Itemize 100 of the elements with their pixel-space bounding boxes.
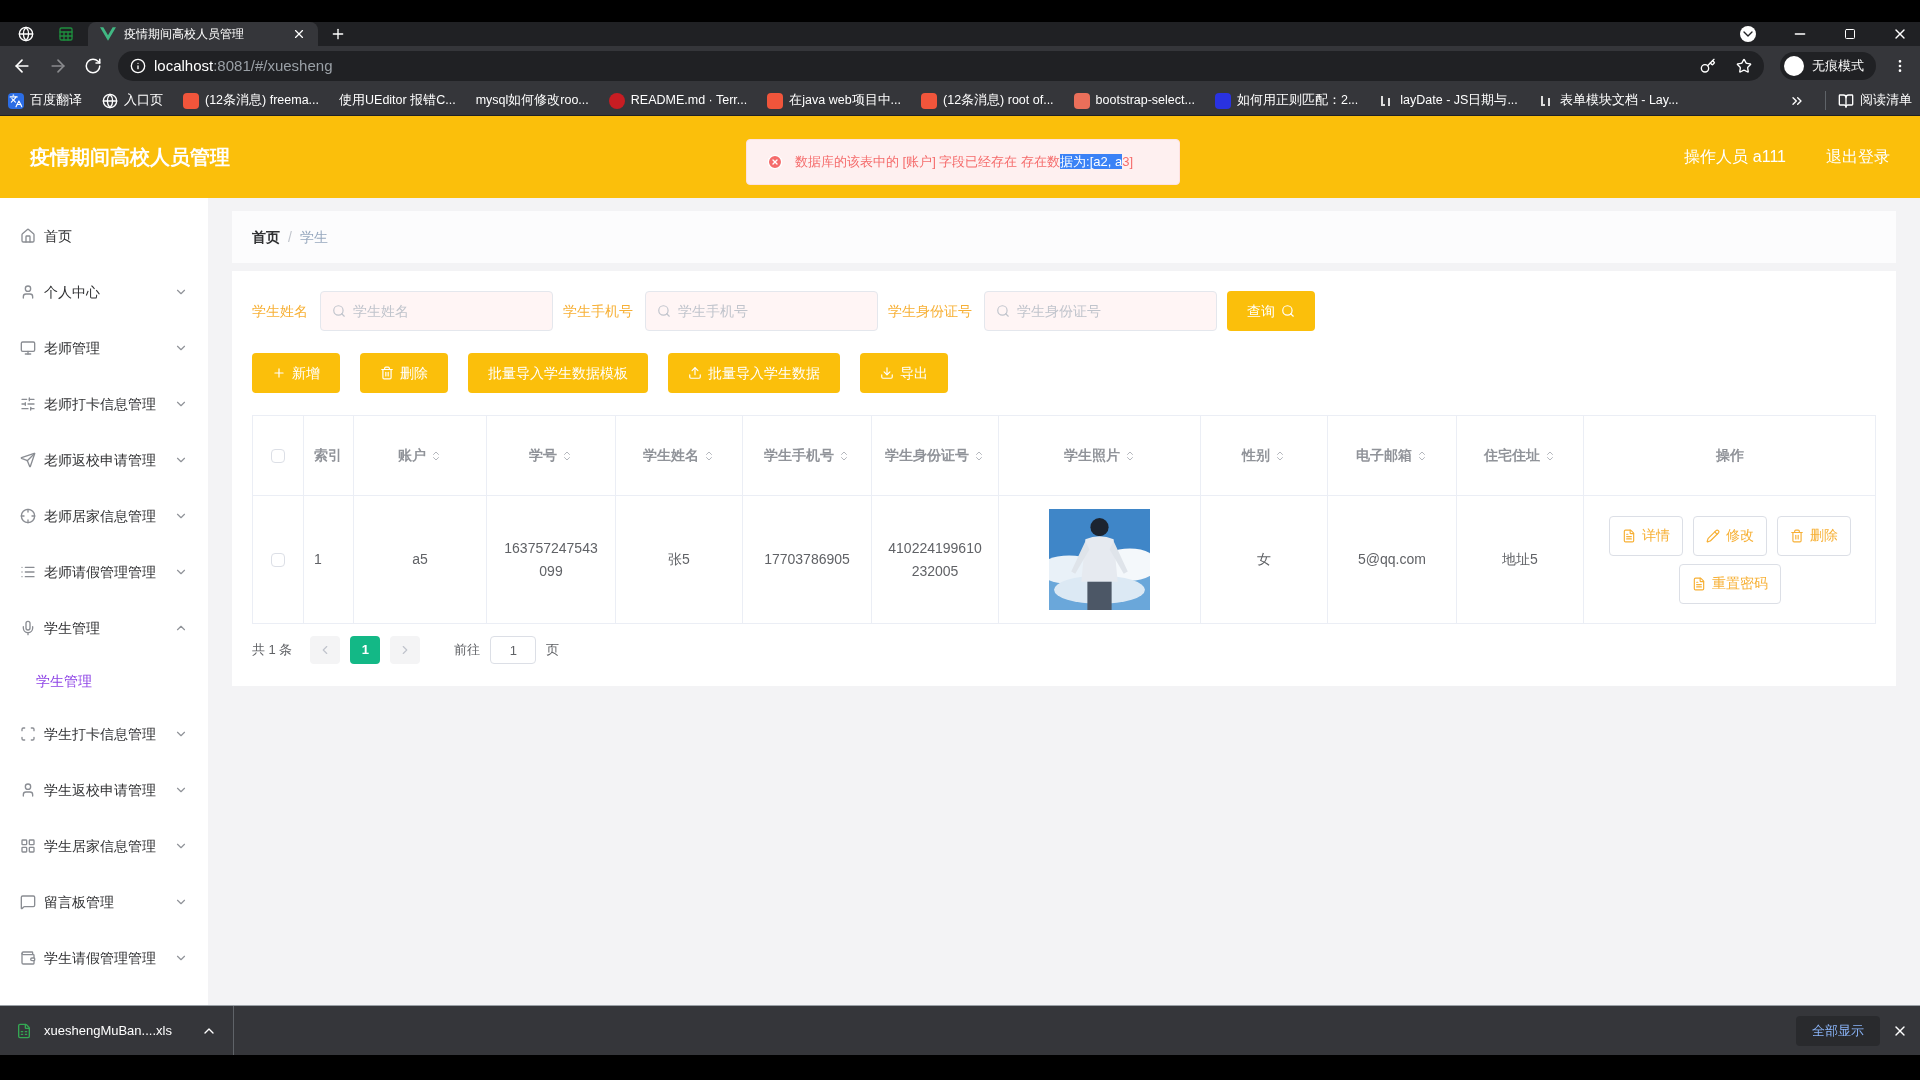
globe-icon bbox=[18, 26, 34, 42]
error-icon bbox=[767, 154, 783, 170]
sidebar-item[interactable]: 学生请假管理管理 bbox=[0, 930, 208, 986]
sidebar-item[interactable]: 个人中心 bbox=[0, 264, 208, 320]
total-count: 共 1 条 bbox=[252, 641, 293, 660]
address-bar[interactable]: localhost:8081/#/xuesheng bbox=[118, 51, 1764, 81]
sort-icon[interactable] bbox=[1416, 449, 1428, 462]
info-icon bbox=[130, 58, 146, 74]
search-icon bbox=[332, 304, 346, 318]
select-all-checkbox[interactable] bbox=[271, 448, 285, 463]
search-icon bbox=[1281, 304, 1295, 318]
tab-search-icon[interactable] bbox=[1740, 26, 1756, 42]
home-icon bbox=[20, 228, 36, 244]
operator-label: 操作人员 a111 bbox=[1684, 147, 1786, 167]
sort-icon[interactable] bbox=[1544, 449, 1556, 462]
message-card-icon bbox=[20, 894, 36, 910]
restore-icon[interactable] bbox=[1844, 28, 1856, 40]
plus-icon bbox=[272, 366, 286, 380]
show-all-button[interactable]: 全部显示 bbox=[1796, 1015, 1880, 1046]
globe-icon bbox=[102, 92, 118, 109]
bookmark-link[interactable]: 如何用正则匹配：2... bbox=[1214, 91, 1359, 110]
scan-frame-icon bbox=[20, 726, 36, 742]
sidebar-item[interactable]: 老师管理 bbox=[0, 320, 208, 376]
app-title: 疫情期间高校人员管理 bbox=[30, 145, 230, 170]
row-checkbox[interactable] bbox=[271, 552, 285, 567]
sort-icon[interactable] bbox=[838, 449, 850, 462]
paper-plane-icon bbox=[20, 452, 36, 468]
bookmark-link[interactable]: 在java web项目中... bbox=[767, 91, 901, 110]
sidebar-item[interactable]: 老师打卡信息管理 bbox=[0, 376, 208, 432]
table-cell-text: 5@qq.com bbox=[1358, 550, 1426, 569]
table-cell-text: 张5 bbox=[668, 550, 690, 569]
book-icon bbox=[1838, 92, 1854, 109]
v-logo-icon bbox=[100, 26, 116, 42]
bookmark-link[interactable]: mysql如何修改roo... bbox=[475, 91, 589, 110]
reading-list-button[interactable]: 阅读清单 bbox=[1825, 91, 1912, 110]
sort-icon[interactable] bbox=[703, 449, 715, 462]
sidebar-item[interactable]: 首页 bbox=[0, 208, 208, 264]
sort-icon[interactable] bbox=[561, 449, 573, 462]
translate-icon bbox=[8, 92, 24, 109]
search-field[interactable]: 学生姓名 bbox=[320, 291, 553, 331]
table-cell-text: 女 bbox=[1257, 550, 1271, 569]
grid-icon bbox=[20, 838, 36, 854]
sidebar-item[interactable]: 学生管理 bbox=[0, 600, 208, 656]
breadcrumb-link[interactable]: 首页 bbox=[252, 226, 280, 248]
table-cell-text: 410224199610232005 bbox=[888, 538, 982, 581]
sliders-icon bbox=[20, 396, 36, 412]
sort-icon[interactable] bbox=[973, 449, 985, 462]
bookmark-link[interactable]: 表单模块文档 - Lay... bbox=[1537, 91, 1679, 110]
breadcrumb-separator: / bbox=[288, 227, 292, 247]
close-icon[interactable] bbox=[292, 27, 306, 41]
trash-icon bbox=[380, 366, 394, 380]
search-label: 学生姓名 bbox=[252, 301, 308, 321]
sidebar-item[interactable]: 老师请假管理管理 bbox=[0, 544, 208, 600]
search-icon bbox=[657, 304, 671, 318]
bookmark-link[interactable]: layDate - JS日期与... bbox=[1378, 91, 1518, 110]
search-label: 学生身份证号 bbox=[888, 301, 972, 321]
bookmark-link[interactable]: (12条消息) root of... bbox=[921, 91, 1054, 110]
column-header: 索引 bbox=[304, 416, 354, 495]
sort-icon[interactable] bbox=[430, 449, 442, 462]
monitor-icon bbox=[20, 340, 36, 356]
table-cell-text: a5 bbox=[412, 550, 428, 569]
search-label: 学生手机号 bbox=[563, 301, 633, 321]
url-text: localhost:8081/#/xuesheng bbox=[154, 55, 333, 76]
bookmark-link[interactable]: (12条消息) freema... bbox=[183, 91, 320, 110]
sidebar-item[interactable]: 学生打卡信息管理 bbox=[0, 706, 208, 762]
sidebar-item[interactable]: 学生返校申请管理 bbox=[0, 762, 208, 818]
star-icon[interactable] bbox=[1736, 58, 1752, 74]
bookmark-link[interactable]: 百度翻译 bbox=[8, 91, 82, 110]
sidebar-item[interactable]: 学生居家信息管理 bbox=[0, 818, 208, 874]
spreadsheet-icon bbox=[16, 1022, 32, 1039]
bookmark-link[interactable]: 使用UEditor 报错C... bbox=[339, 91, 456, 110]
new-tab-icon[interactable] bbox=[330, 26, 346, 42]
search-field[interactable]: 学生手机号 bbox=[645, 291, 878, 331]
table-cell-text: 1 bbox=[314, 550, 322, 569]
square-logo-icon bbox=[1073, 92, 1090, 109]
search-icon bbox=[996, 304, 1010, 318]
document-icon bbox=[1621, 528, 1636, 543]
wallet-icon bbox=[20, 950, 36, 966]
page-input[interactable]: 1 bbox=[490, 636, 537, 664]
bookmark-link[interactable]: README.md · Terr... bbox=[608, 91, 748, 110]
sidebar-item[interactable]: 老师返校申请管理 bbox=[0, 432, 208, 488]
table-cell-text: 17703786905 bbox=[764, 550, 850, 569]
table-cell-text: 地址5 bbox=[1502, 550, 1538, 569]
profile-chip[interactable]: 无痕模式 bbox=[1780, 52, 1876, 80]
reload-icon[interactable] bbox=[84, 57, 102, 75]
upload-icon bbox=[688, 366, 702, 380]
crosshair-icon bbox=[20, 508, 36, 524]
download-icon bbox=[880, 366, 894, 380]
sort-icon[interactable] bbox=[1274, 449, 1286, 462]
bookmark-link[interactable]: bootstrap-select... bbox=[1073, 91, 1195, 110]
sidebar-item[interactable]: 老师居家信息管理 bbox=[0, 488, 208, 544]
page-unit: 页 bbox=[546, 641, 560, 660]
submenu-item[interactable]: 学生管理 bbox=[0, 656, 208, 706]
pencil-icon bbox=[1705, 528, 1720, 543]
key-icon[interactable] bbox=[1700, 58, 1716, 74]
browser-tab[interactable]: 疫情期间高校人员管理 bbox=[88, 22, 318, 46]
search-field[interactable]: 学生身份证号 bbox=[984, 291, 1217, 331]
sidebar-item[interactable]: 留言板管理 bbox=[0, 874, 208, 930]
person-icon bbox=[20, 782, 36, 798]
bookmark-link[interactable]: 入口页 bbox=[102, 91, 163, 110]
